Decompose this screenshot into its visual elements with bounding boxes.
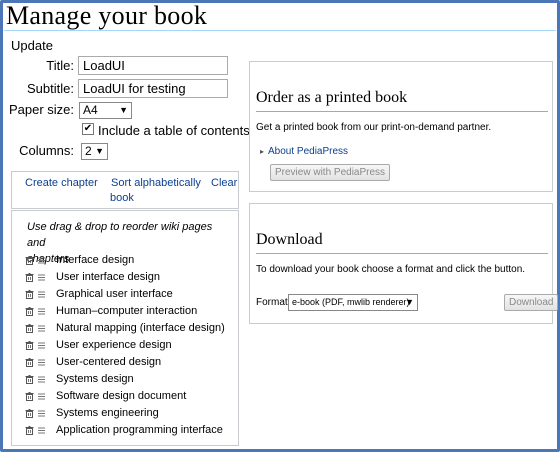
columns-label: Columns: bbox=[19, 143, 74, 158]
chapter-item[interactable]: Software design document bbox=[12, 389, 238, 405]
sort-alphabetically-link[interactable]: Sort alphabetically bbox=[111, 177, 201, 189]
chapter-item-label: Software design document bbox=[56, 390, 187, 402]
trash-icon[interactable] bbox=[25, 290, 34, 299]
drag-handle-icon[interactable] bbox=[37, 290, 46, 299]
chapter-item[interactable]: Natural mapping (interface design) bbox=[12, 321, 238, 337]
format-value: e-book (PDF, mwlib renderer) bbox=[292, 297, 410, 307]
panel-divider bbox=[256, 111, 548, 112]
chapter-item[interactable]: Systems design bbox=[12, 372, 238, 388]
trash-icon[interactable] bbox=[25, 307, 34, 316]
download-panel: Download To download your book choose a … bbox=[249, 203, 559, 324]
chapter-list: Use drag & drop to reorder wiki pages an… bbox=[11, 210, 239, 446]
download-button[interactable]: Download bbox=[504, 294, 559, 311]
format-select[interactable]: e-book (PDF, mwlib renderer) ▼ bbox=[288, 294, 418, 311]
toc-label: Include a table of contents bbox=[98, 123, 250, 138]
chapter-item-label: Application programming interface bbox=[56, 424, 223, 436]
trash-icon[interactable] bbox=[25, 256, 34, 265]
trash-icon[interactable] bbox=[25, 358, 34, 367]
trash-icon[interactable] bbox=[25, 341, 34, 350]
printed-book-description: Get a printed book from our print-on-dem… bbox=[256, 122, 492, 133]
chapter-actions-bar: Create chapter Sort alphabetically book … bbox=[11, 171, 239, 209]
create-chapter-link[interactable]: Create chapter bbox=[25, 177, 98, 189]
chapter-item[interactable]: User experience design bbox=[12, 338, 238, 354]
title-input[interactable]: LoadUI bbox=[78, 56, 228, 75]
chapter-item[interactable]: Systems engineering bbox=[12, 406, 238, 422]
chapter-item[interactable]: User-centered design bbox=[12, 355, 238, 371]
preview-pediapress-button[interactable]: Preview with PediaPress bbox=[270, 164, 391, 181]
trash-icon[interactable] bbox=[25, 392, 34, 401]
chapter-item-label: Systems design bbox=[56, 373, 134, 385]
chapter-item-label: Interface design bbox=[56, 254, 135, 266]
drag-handle-icon[interactable] bbox=[37, 307, 46, 316]
chapter-item-label: User interface design bbox=[56, 271, 160, 283]
drag-handle-icon[interactable] bbox=[37, 341, 46, 350]
hint-line: Use drag & drop to reorder wiki pages an… bbox=[27, 221, 213, 249]
paper-size-value: A4 bbox=[83, 103, 98, 117]
chevron-down-icon: ▼ bbox=[119, 105, 128, 115]
trash-icon[interactable] bbox=[25, 273, 34, 282]
chevron-down-icon: ▼ bbox=[405, 297, 414, 307]
chevron-down-icon: ▼ bbox=[95, 146, 104, 156]
toc-checkbox[interactable]: ✔ bbox=[82, 123, 94, 135]
update-section-label: Update bbox=[11, 38, 53, 53]
title-divider bbox=[4, 30, 556, 31]
paper-size-select[interactable]: A4 ▼ bbox=[79, 102, 132, 119]
drag-handle-icon[interactable] bbox=[37, 324, 46, 333]
columns-value: 2 bbox=[85, 144, 92, 158]
panel-divider bbox=[256, 253, 548, 254]
trash-icon[interactable] bbox=[25, 375, 34, 384]
download-title: Download bbox=[256, 231, 323, 248]
chapter-item[interactable]: Human–computer interaction bbox=[12, 304, 238, 320]
printed-book-panel: Order as a printed book Get a printed bo… bbox=[249, 61, 553, 192]
clear-link[interactable]: Clear bbox=[211, 177, 237, 189]
chapter-item[interactable]: Application programming interface bbox=[12, 423, 238, 439]
chapter-item[interactable]: Interface design bbox=[12, 253, 238, 269]
columns-select[interactable]: 2 ▼ bbox=[81, 143, 108, 160]
title-label: Title: bbox=[46, 58, 74, 73]
chapter-item-label: User experience design bbox=[56, 339, 172, 351]
chapter-item-label: Natural mapping (interface design) bbox=[56, 322, 225, 334]
chapter-item[interactable]: Graphical user interface bbox=[12, 287, 238, 303]
chapter-item-label: Graphical user interface bbox=[56, 288, 173, 300]
printed-book-title: Order as a printed book bbox=[256, 89, 408, 106]
drag-handle-icon[interactable] bbox=[37, 358, 46, 367]
subtitle-label: Subtitle: bbox=[27, 81, 74, 96]
drag-handle-icon[interactable] bbox=[37, 392, 46, 401]
about-pediapress-link[interactable]: About PediaPress bbox=[268, 146, 348, 157]
drag-handle-icon[interactable] bbox=[37, 426, 46, 435]
chapter-item[interactable]: User interface design bbox=[12, 270, 238, 286]
page-title: Manage your book bbox=[6, 1, 208, 30]
subtitle-input[interactable]: LoadUI for testing bbox=[78, 79, 228, 98]
format-label: Format: bbox=[256, 297, 291, 308]
caret-right-icon: ▸ bbox=[260, 147, 265, 156]
paper-size-label: Paper size: bbox=[8, 102, 74, 117]
download-description: To download your book choose a format an… bbox=[256, 264, 526, 275]
trash-icon[interactable] bbox=[25, 426, 34, 435]
sort-alphabetically-link-line2[interactable]: book bbox=[110, 192, 134, 204]
drag-handle-icon[interactable] bbox=[37, 375, 46, 384]
chapter-item-label: User-centered design bbox=[56, 356, 162, 368]
chapter-item-label: Human–computer interaction bbox=[56, 305, 198, 317]
trash-icon[interactable] bbox=[25, 324, 34, 333]
drag-handle-icon[interactable] bbox=[37, 256, 46, 265]
drag-handle-icon[interactable] bbox=[37, 409, 46, 418]
trash-icon[interactable] bbox=[25, 409, 34, 418]
drag-handle-icon[interactable] bbox=[37, 273, 46, 282]
chapter-item-label: Systems engineering bbox=[56, 407, 159, 419]
